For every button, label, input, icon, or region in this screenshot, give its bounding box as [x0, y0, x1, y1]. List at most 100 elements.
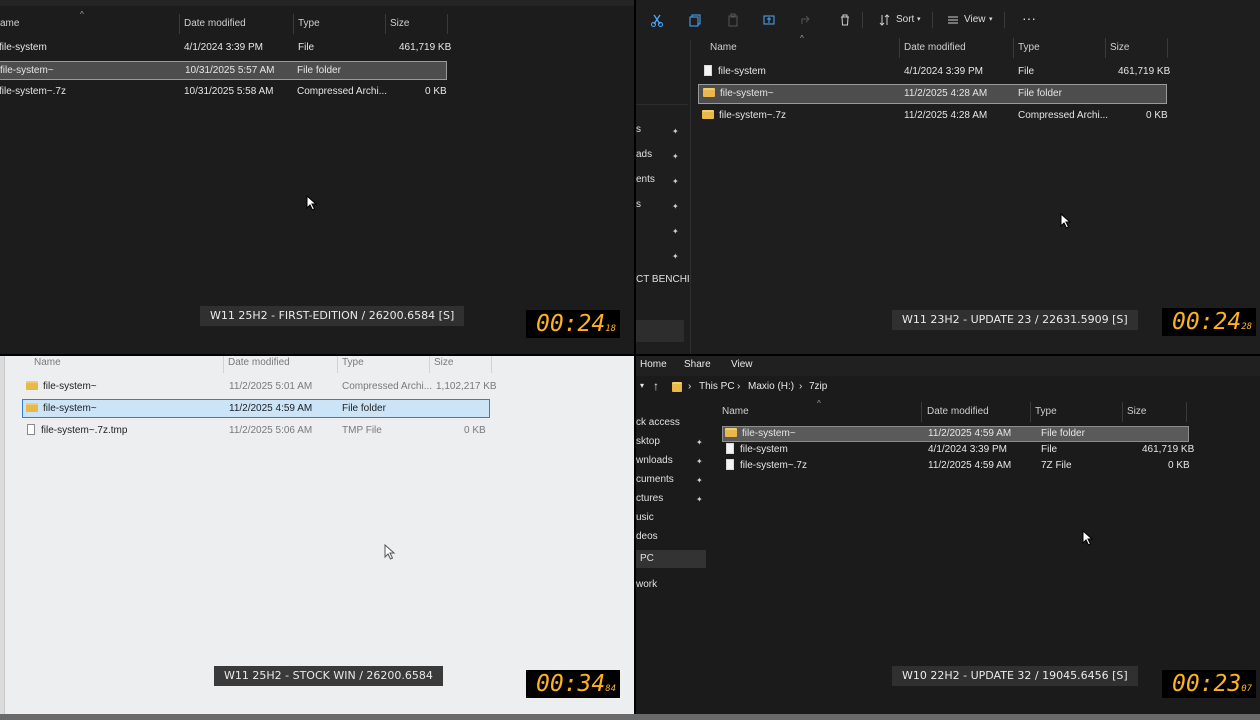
folder-row-selected[interactable]: file-system~ 11/2/2025 4:28 AM File fold… — [698, 84, 1167, 104]
column-name[interactable]: Name — [30, 356, 224, 373]
pin-icon: ✦ — [696, 495, 703, 504]
file-name: file-system — [0, 42, 47, 53]
ribbon-tabs: Home Share View — [636, 356, 1260, 376]
share-icon[interactable] — [800, 13, 814, 27]
column-date-modified[interactable]: Date modified — [923, 402, 1031, 422]
file-row[interactable]: file-system~.7z 11/2/2025 4:28 AM Compre… — [698, 106, 1168, 126]
column-size[interactable]: Size — [386, 14, 448, 34]
file-row[interactable]: file-system~.7z.tmp 11/2/2025 5:06 AM TM… — [22, 421, 490, 441]
column-date-modified[interactable]: Date modified — [180, 14, 294, 34]
pane-divider — [690, 40, 691, 354]
nav-item-music[interactable]: usic — [636, 509, 654, 527]
toolbar-divider — [1004, 12, 1005, 28]
build-label: W11 25H2 - FIRST-EDITION / 26200.6584 [S… — [200, 306, 465, 326]
nav-item[interactable]: s — [636, 196, 641, 214]
nav-item-selected[interactable] — [636, 320, 684, 342]
tab-home[interactable]: Home — [640, 359, 667, 370]
explorer-pane-w10: Home Share View ▾ ↑ › This PC › Maxio (H… — [636, 356, 1260, 714]
tab-view[interactable]: View — [731, 359, 753, 370]
file-row[interactable]: file-system~.7z 10/31/2025 5:58 AM Compr… — [0, 82, 447, 102]
view-button[interactable]: View — [964, 12, 986, 28]
nav-item-videos[interactable]: deos — [636, 528, 658, 546]
file-row[interactable]: file-system 4/1/2024 3:39 PM File 461,71… — [722, 442, 1194, 458]
file-name: file-system~.7z — [0, 86, 66, 97]
sort-caret-icon: ^ — [817, 399, 821, 408]
timer-ms: 84 — [605, 684, 617, 694]
file-row[interactable]: file-system 4/1/2024 3:39 PM File 461,71… — [0, 38, 451, 58]
file-row[interactable]: file-system 4/1/2024 3:39 PM File 461,71… — [698, 62, 1170, 82]
nav-item-documents[interactable]: cuments — [636, 471, 674, 489]
up-arrow-icon[interactable]: ↑ — [653, 379, 659, 393]
file-size: 0 KB — [464, 425, 486, 436]
paste-icon[interactable] — [726, 13, 740, 27]
breadcrumb-folder[interactable]: 7zip — [809, 381, 827, 392]
file-type: Compressed Archi... — [342, 381, 433, 392]
nav-item-documents[interactable]: ents — [636, 171, 655, 189]
file-date: 4/1/2024 3:39 PM — [904, 66, 983, 77]
timer-main: 00:23 — [1172, 671, 1242, 697]
more-options-button[interactable]: ··· — [1022, 10, 1036, 26]
nav-item-benchmark[interactable]: CT BENCHI — [636, 271, 690, 289]
rename-icon[interactable] — [762, 13, 776, 27]
file-type: File — [1041, 444, 1058, 455]
file-row[interactable]: file-system~.7z 11/2/2025 4:59 AM 7Z Fil… — [722, 458, 1190, 474]
cut-icon[interactable] — [650, 13, 664, 27]
sort-caret-icon: ^ — [800, 34, 804, 43]
column-type[interactable]: Type — [338, 356, 430, 373]
folder-row-selected[interactable]: file-system~ 10/31/2025 5:57 AM File fol… — [0, 61, 447, 80]
file-name: file-system~.7z — [719, 110, 786, 121]
address-bar[interactable]: ▾ ↑ › This PC › Maxio (H:) › 7zip — [636, 376, 1260, 398]
sort-button[interactable]: Sort — [896, 12, 914, 28]
column-size[interactable]: Size — [430, 356, 492, 373]
column-size[interactable]: Size — [1123, 402, 1187, 422]
column-date-modified[interactable]: Date modified — [900, 38, 1014, 58]
column-type[interactable]: Type — [1031, 402, 1123, 422]
pin-icon: ✦ — [672, 202, 679, 211]
nav-item-desktop[interactable]: sktop — [636, 433, 660, 451]
nav-item-this-pc[interactable]: PC — [640, 550, 654, 568]
column-name[interactable]: ame — [0, 14, 180, 34]
file-row[interactable]: file-system~ 11/2/2025 5:01 AM Compresse… — [22, 377, 497, 397]
delete-icon[interactable] — [838, 13, 852, 27]
nav-item-quick-access[interactable]: ck access — [636, 414, 680, 432]
column-date-modified[interactable]: Date modified — [224, 356, 338, 373]
column-size[interactable]: Size — [1106, 38, 1168, 58]
chevron-down-icon[interactable]: ▾ — [640, 381, 644, 390]
file-type: File folder — [342, 403, 386, 414]
folder-icon — [725, 428, 737, 437]
breadcrumb-this-pc[interactable]: This PC — [699, 381, 735, 392]
folder-row-selected[interactable]: file-system~ 11/2/2025 4:59 AM File fold… — [22, 399, 490, 418]
column-header: ame Date modified Type Size — [0, 14, 450, 34]
timer-main: 00:24 — [1172, 309, 1242, 335]
pin-icon: ✦ — [672, 127, 679, 136]
nav-item-downloads[interactable]: wnloads — [636, 452, 673, 470]
file-type: File — [1018, 66, 1035, 77]
file-name: file-system — [740, 444, 788, 455]
copy-icon[interactable] — [688, 13, 702, 27]
file-name: file-system — [718, 66, 766, 77]
file-type: File folder — [1018, 88, 1062, 99]
nav-item-pictures[interactable]: ctures — [636, 490, 663, 508]
column-type[interactable]: Type — [1014, 38, 1106, 58]
folder-row-selected[interactable]: file-system~ 11/2/2025 4:59 AM File fold… — [722, 426, 1189, 442]
folder-icon — [702, 110, 714, 119]
file-date: 10/31/2025 5:57 AM — [185, 65, 275, 76]
nav-item[interactable]: s — [636, 121, 641, 139]
stopwatch-timer: 00:2428 — [1162, 308, 1256, 336]
file-icon — [27, 424, 35, 435]
nav-item-downloads[interactable]: ads — [636, 146, 652, 164]
stopwatch-timer: 00:2418 — [526, 310, 620, 338]
nav-item-network[interactable]: work — [636, 576, 657, 594]
file-type: TMP File — [342, 425, 382, 436]
breadcrumb-drive[interactable]: Maxio (H:) — [748, 381, 794, 392]
column-type[interactable]: Type — [294, 14, 386, 34]
stopwatch-timer: 00:2307 — [1162, 670, 1256, 698]
file-size: 0 KB — [1146, 110, 1168, 121]
column-header: Name Date modified Type Size — [718, 402, 1190, 422]
toolbar-divider — [862, 12, 863, 28]
file-size: 1,102,217 KB — [436, 381, 497, 392]
tab-share[interactable]: Share — [684, 359, 711, 370]
file-icon — [726, 459, 734, 470]
file-type: File folder — [1041, 428, 1085, 439]
file-type: Compressed Archi... — [297, 86, 388, 97]
